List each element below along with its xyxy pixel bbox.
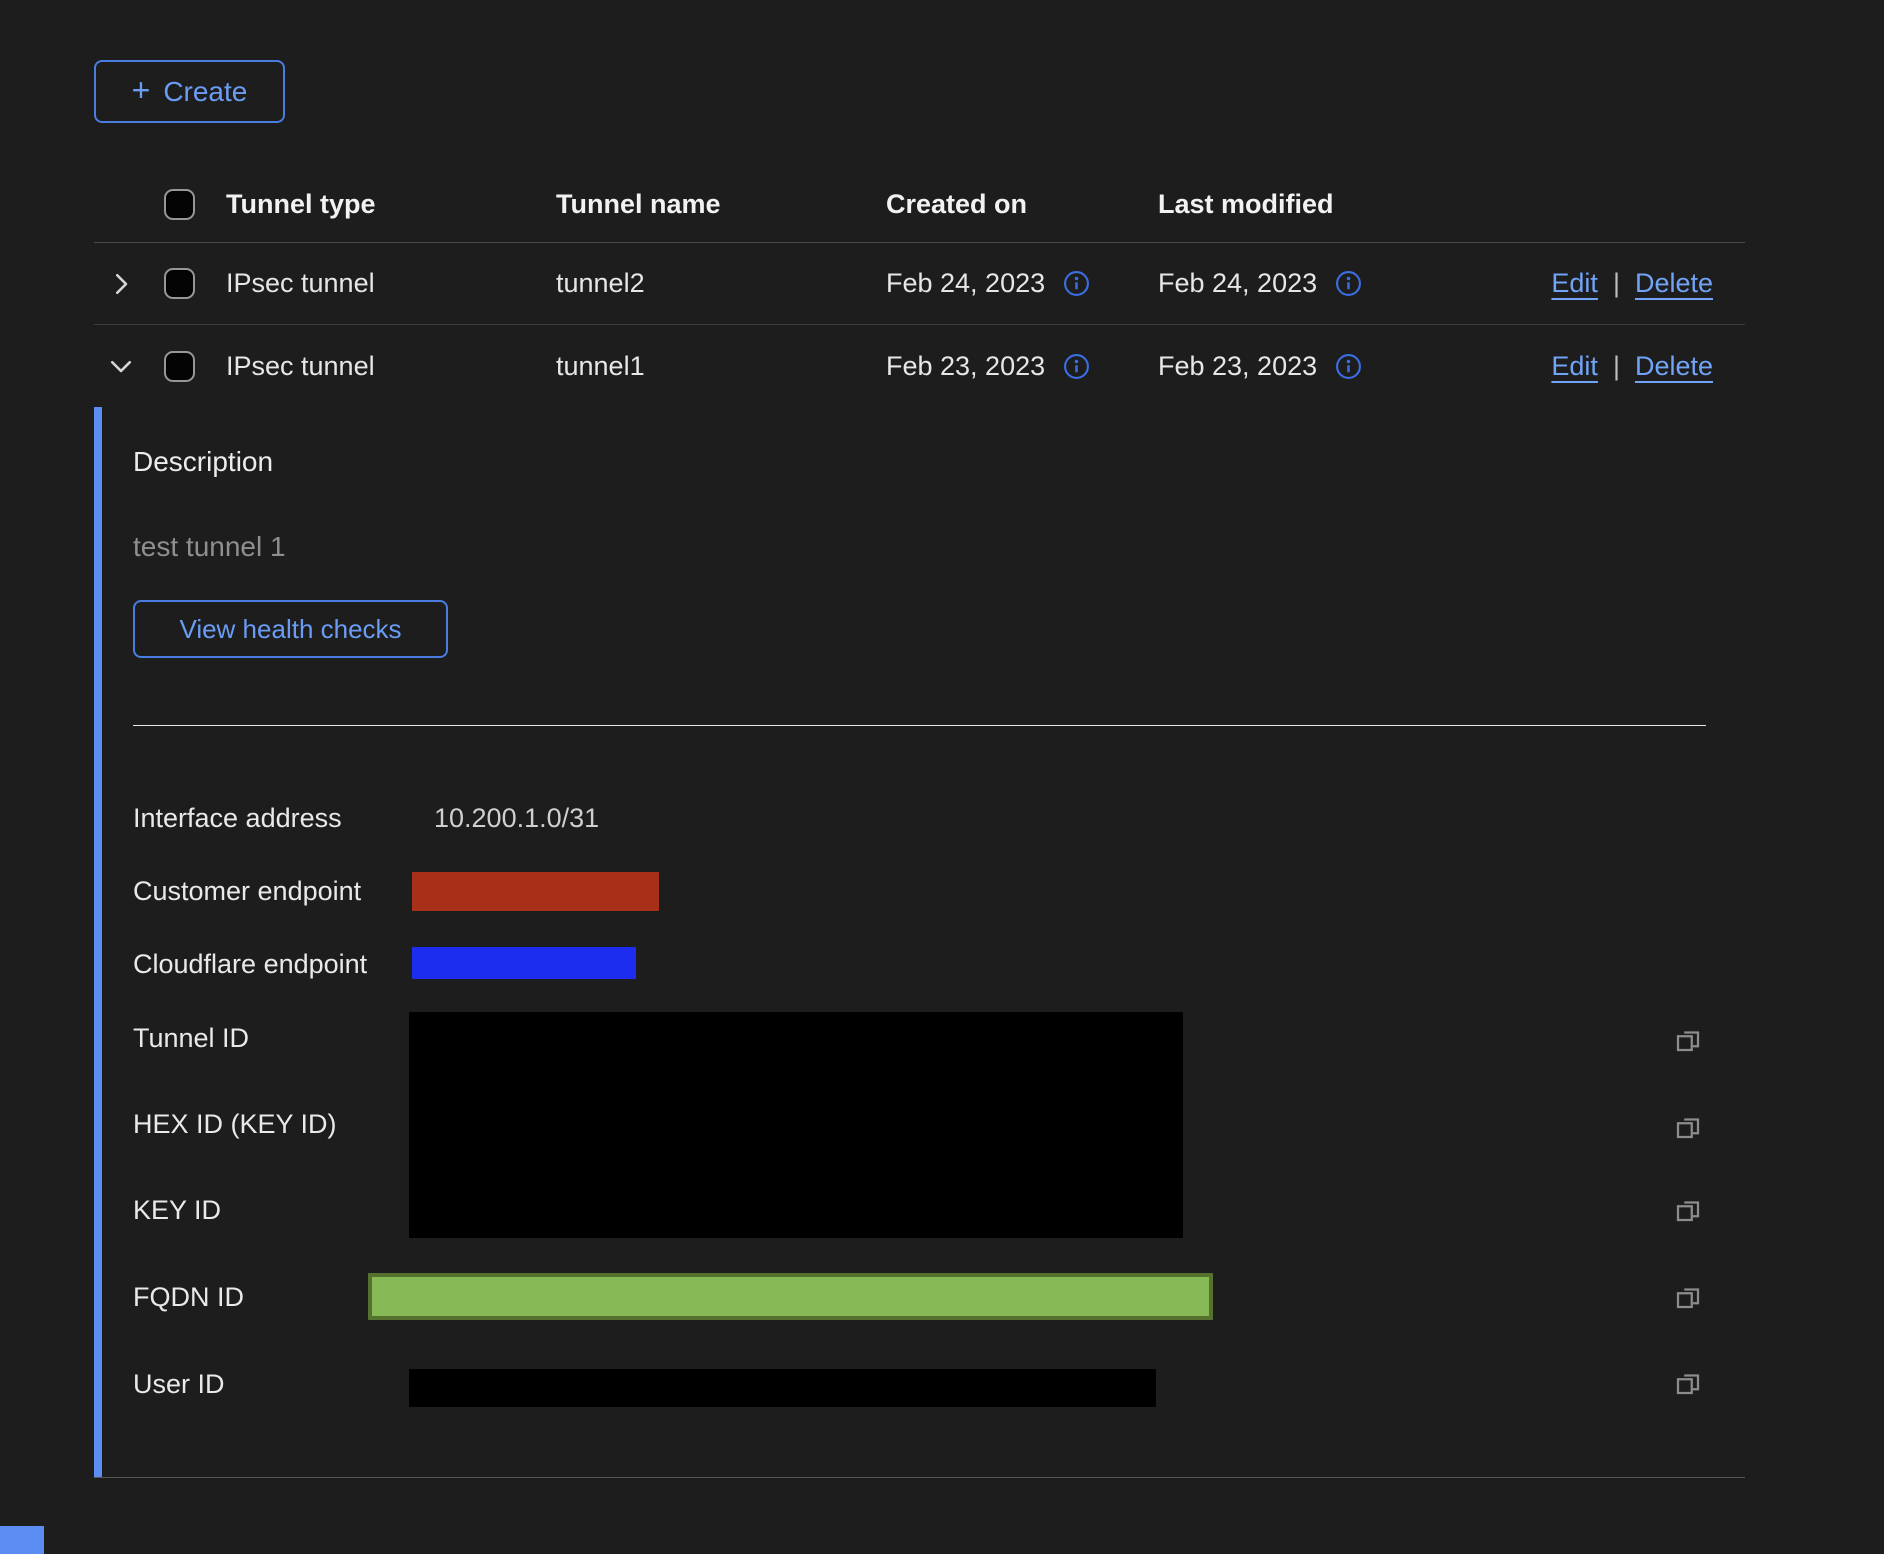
bottom-left-accent-fragment (0, 1526, 44, 1554)
view-health-checks-button[interactable]: View health checks (133, 600, 448, 658)
user-id-redacted-value (409, 1369, 1156, 1407)
action-separator: | (1613, 351, 1620, 382)
header-tunnel-type: Tunnel type (226, 189, 556, 220)
tunnel-name-cell: tunnel2 (556, 268, 886, 299)
key-id-label: KEY ID (133, 1194, 221, 1226)
view-health-checks-label: View health checks (179, 614, 401, 645)
tunnel-detail-panel: Description test tunnel 1 View health ch… (94, 407, 1745, 1478)
tunnel-type-cell: IPsec tunnel (226, 268, 556, 299)
chevron-right-icon[interactable] (106, 269, 136, 299)
header-tunnel-name: Tunnel name (556, 189, 886, 220)
header-created-on: Created on (886, 189, 1158, 220)
create-button[interactable]: + Create (94, 60, 285, 123)
info-icon[interactable] (1335, 270, 1362, 297)
info-icon[interactable] (1335, 353, 1362, 380)
edit-link[interactable]: Edit (1551, 268, 1598, 299)
hex-id-label: HEX ID (KEY ID) (133, 1108, 337, 1140)
cloudflare-endpoint-label: Cloudflare endpoint (133, 948, 367, 980)
copy-icon[interactable] (1673, 1282, 1703, 1312)
customer-endpoint-redacted-value (412, 872, 659, 911)
table-row: IPsec tunnel tunnel1 Feb 23, 2023 Feb 23… (94, 325, 1745, 407)
last-modified-cell: Feb 24, 2023 (1158, 268, 1317, 299)
fqdn-id-redacted-value (368, 1273, 1213, 1320)
description-label: Description (133, 446, 273, 478)
interface-address-label: Interface address (133, 802, 342, 834)
tunnel-table: Tunnel type Tunnel name Created on Last … (94, 150, 1745, 407)
copy-icon[interactable] (1673, 1025, 1703, 1055)
tunnel-type-cell: IPsec tunnel (226, 351, 556, 382)
description-value: test tunnel 1 (133, 531, 286, 563)
delete-link[interactable]: Delete (1635, 351, 1713, 382)
table-header-row: Tunnel type Tunnel name Created on Last … (94, 150, 1745, 243)
detail-divider (133, 725, 1706, 726)
created-on-cell: Feb 23, 2023 (886, 351, 1045, 382)
select-all-checkbox[interactable] (164, 189, 195, 220)
action-separator: | (1613, 268, 1620, 299)
customer-endpoint-label: Customer endpoint (133, 875, 361, 907)
fqdn-id-label: FQDN ID (133, 1281, 244, 1313)
header-checkbox-cell (160, 189, 226, 220)
info-icon[interactable] (1063, 353, 1090, 380)
copy-icon[interactable] (1673, 1195, 1703, 1225)
tunnel-id-label: Tunnel ID (133, 1022, 249, 1054)
row-checkbox[interactable] (164, 268, 195, 299)
copy-icon[interactable] (1673, 1112, 1703, 1142)
edit-link[interactable]: Edit (1551, 351, 1598, 382)
user-id-label: User ID (133, 1368, 225, 1400)
tunnel-name-cell: tunnel1 (556, 351, 886, 382)
last-modified-cell: Feb 23, 2023 (1158, 351, 1317, 382)
copy-icon[interactable] (1673, 1368, 1703, 1398)
row-checkbox[interactable] (164, 351, 195, 382)
table-row: IPsec tunnel tunnel2 Feb 24, 2023 Feb 24… (94, 243, 1745, 325)
create-button-label: Create (163, 76, 247, 108)
header-last-modified: Last modified (1158, 189, 1430, 220)
interface-address-value: 10.200.1.0/31 (434, 802, 599, 834)
created-on-cell: Feb 24, 2023 (886, 268, 1045, 299)
chevron-down-icon[interactable] (106, 351, 136, 381)
plus-icon: + (132, 74, 151, 106)
delete-link[interactable]: Delete (1635, 268, 1713, 299)
cloudflare-endpoint-redacted-value (412, 947, 636, 979)
info-icon[interactable] (1063, 270, 1090, 297)
ids-redacted-value-block (409, 1012, 1183, 1238)
